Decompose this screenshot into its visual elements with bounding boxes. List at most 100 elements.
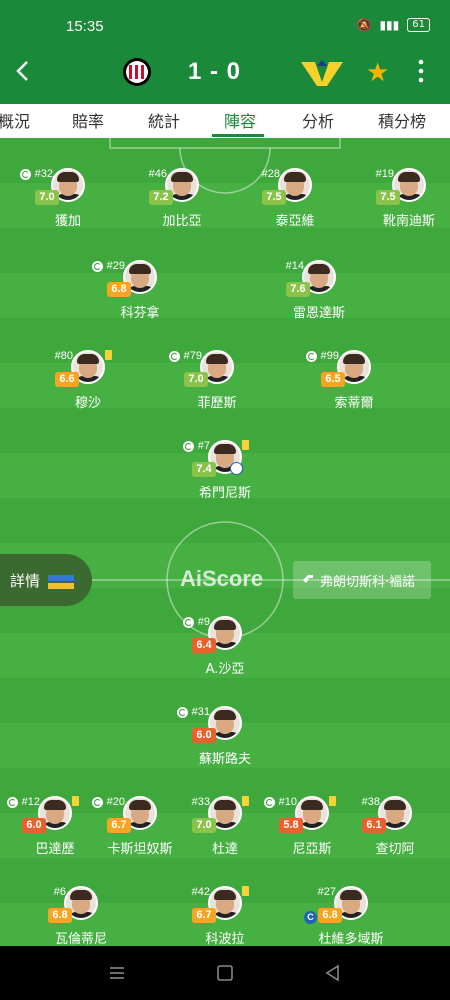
yellow-card-icon <box>329 796 336 806</box>
top-bar: 15:35 🔕 ▮▮▮ 61 1 - 0 ★ <box>0 0 450 104</box>
substitution-icon <box>169 351 180 362</box>
battery-icon: 61 <box>407 18 430 32</box>
player-name: 獲加 <box>54 214 81 229</box>
match-score: 1 - 0 <box>188 58 242 85</box>
player-card[interactable]: #80 6.6 穆沙 <box>33 350 143 430</box>
flag-icon <box>48 575 74 589</box>
whistle-icon <box>303 575 313 583</box>
player-rating: 6.8 <box>107 282 131 297</box>
pitch: #32 7.0 獲加 #46 7.2 加比亞 #28 7.5 泰亞維 #19 7.5 靴南迪斯 #29 6… <box>0 138 450 946</box>
player-rating: 5.8 <box>279 818 303 833</box>
player-number: #29 <box>106 260 125 272</box>
player-card[interactable]: #99 6.5 索蒂爾 <box>299 350 409 430</box>
more-options-icon[interactable] <box>414 58 428 84</box>
tab-lineup[interactable]: 陣容 <box>224 108 256 132</box>
away-team-logo[interactable] <box>297 56 347 88</box>
back-nav-icon[interactable] <box>324 964 342 982</box>
player-number: #27 <box>317 886 336 898</box>
player-number: #28 <box>261 168 280 180</box>
player-name: A.沙亞 <box>205 662 245 677</box>
substitution-icon <box>183 617 194 628</box>
player-rating: 7.0 <box>35 190 59 205</box>
player-number: #19 <box>375 168 394 180</box>
player-name: 泰亞維 <box>275 214 315 229</box>
player-number: #20 <box>106 796 125 808</box>
substitution-icon <box>92 261 103 272</box>
player-number: #9 <box>197 616 210 628</box>
details-label: 詳情 <box>10 572 41 590</box>
player-card[interactable]: #6 6.8 瓦倫蒂尼 <box>26 886 136 946</box>
player-rating: 6.8 <box>48 908 72 923</box>
player-name: 杜維多域斯 <box>318 932 384 946</box>
substitution-icon <box>92 797 103 808</box>
player-number: #79 <box>183 350 202 362</box>
menu-nav-icon[interactable] <box>108 964 126 982</box>
coach-name: 弗朗切斯科·福諾 <box>320 575 416 590</box>
player-name: 索蒂爾 <box>334 396 374 411</box>
substitution-icon <box>264 797 275 808</box>
player-name: 靴南迪斯 <box>382 214 435 229</box>
player-number: #32 <box>34 168 53 180</box>
notification-icon: 🔕 <box>356 18 372 32</box>
player-rating: 6.4 <box>192 638 216 653</box>
player-name: 蘇斯路夫 <box>198 752 251 767</box>
player-card[interactable]: #14 7.6 雷恩達斯 <box>264 260 374 340</box>
goal-ball-icon <box>230 462 243 475</box>
tab-odds[interactable]: 賠率 <box>72 108 104 132</box>
active-tab-indicator <box>212 134 264 137</box>
player-rating: 7.5 <box>262 190 286 205</box>
player-number: #46 <box>148 168 167 180</box>
status-icons: 🔕 ▮▮▮ 61 <box>356 18 430 32</box>
player-card[interactable]: #27 C 6.8 杜維多域斯 <box>296 886 406 946</box>
tab-stats[interactable]: 統計 <box>148 108 180 132</box>
home-nav-icon[interactable] <box>216 964 234 982</box>
player-name: 菲歷斯 <box>197 396 237 411</box>
player-card[interactable]: #9 6.4 A.沙亞 <box>170 616 280 696</box>
yellow-card-icon <box>105 350 112 360</box>
player-card[interactable]: #29 6.8 科芬拿 <box>85 260 195 340</box>
player-card[interactable]: #32 7.0 獲加 <box>13 168 123 248</box>
substitution-icon <box>177 707 188 718</box>
player-card[interactable]: #28 7.5 泰亞維 <box>240 168 350 248</box>
aiscore-watermark: AiScore <box>180 566 264 591</box>
player-rating: 7.5 <box>376 190 400 205</box>
player-card[interactable]: #46 7.2 加比亞 <box>127 168 237 248</box>
player-name: 查切阿 <box>375 842 415 857</box>
player-card[interactable]: #38 6.1 查切阿 <box>340 796 450 876</box>
status-bar: 15:35 🔕 ▮▮▮ 61 <box>0 0 450 50</box>
tab-analysis[interactable]: 分析 <box>302 108 334 132</box>
player-rating: 6.8 <box>318 908 342 923</box>
tab-overview[interactable]: 概況 <box>0 108 30 132</box>
player-rating: 6.6 <box>55 372 79 387</box>
substitution-icon <box>183 441 194 452</box>
player-name: 希門尼斯 <box>198 486 251 501</box>
yellow-card-icon <box>242 796 249 806</box>
player-card[interactable]: #31 6.0 蘇斯路夫 <box>170 706 280 786</box>
home-team-logo[interactable] <box>122 56 152 88</box>
player-rating: 6.0 <box>22 818 46 833</box>
player-number: #14 <box>285 260 304 272</box>
player-rating: 6.5 <box>321 372 345 387</box>
tab-standings[interactable]: 積分榜 <box>378 108 426 132</box>
player-number: #99 <box>320 350 339 362</box>
substitution-icon <box>20 169 31 180</box>
player-number: #42 <box>191 886 210 898</box>
details-button[interactable]: 詳情 <box>0 554 92 606</box>
coach-badge[interactable]: 弗朗切斯科·福諾 <box>293 561 431 599</box>
player-number: #12 <box>21 796 40 808</box>
player-number: #33 <box>191 796 210 808</box>
player-card[interactable]: #79 7.0 菲歷斯 <box>162 350 272 430</box>
player-number: #31 <box>191 706 210 718</box>
player-rating: 6.0 <box>192 728 216 743</box>
tab-bar: 概況 賠率 統計 陣容 分析 積分榜 <box>0 104 450 138</box>
status-time: 15:35 <box>66 18 104 35</box>
player-rating: 6.1 <box>362 818 386 833</box>
player-card[interactable]: #42 6.7 科波拉 <box>170 886 280 946</box>
favorite-star-icon[interactable]: ★ <box>366 58 389 88</box>
back-button[interactable] <box>10 58 36 84</box>
player-number: #6 <box>53 886 66 898</box>
player-card[interactable]: #7 7.4 希門尼斯 <box>170 440 280 520</box>
player-rating: 7.6 <box>286 282 310 297</box>
captain-icon: C <box>304 911 317 924</box>
player-card[interactable]: #19 7.5 靴南迪斯 <box>354 168 450 248</box>
